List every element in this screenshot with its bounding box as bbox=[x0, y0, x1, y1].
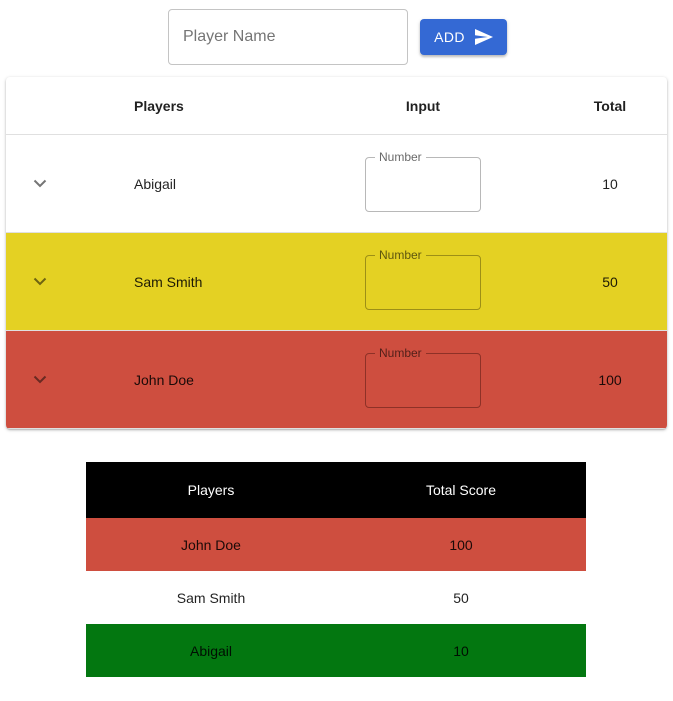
score-value: 50 bbox=[453, 589, 469, 606]
expand-row-button[interactable] bbox=[28, 331, 52, 428]
expand-row-button[interactable] bbox=[28, 233, 52, 330]
score-value: 10 bbox=[453, 642, 469, 659]
header-input: Input bbox=[405, 97, 441, 114]
number-input[interactable] bbox=[366, 256, 480, 309]
add-button-label: ADD bbox=[434, 29, 465, 45]
table-row: John Doe 100 bbox=[86, 518, 586, 571]
expand-row-button[interactable] bbox=[28, 135, 52, 232]
chevron-down-icon bbox=[33, 277, 47, 286]
score-table-header: Players Total Score bbox=[86, 462, 586, 518]
table-row: John Doe Number 100 bbox=[6, 331, 667, 429]
table-row: Sam Smith Number 50 bbox=[6, 233, 667, 331]
players-table-header: Players Input Total bbox=[6, 77, 667, 135]
number-field[interactable]: Number bbox=[365, 345, 481, 408]
player-name: John Doe bbox=[134, 371, 194, 388]
players-table: Players Input Total Abigail Number 10 Sa… bbox=[6, 77, 667, 429]
number-field[interactable]: Number bbox=[365, 149, 481, 212]
score-player-name: Sam Smith bbox=[176, 589, 246, 606]
score-table: Players Total Score John Doe 100 Sam Smi… bbox=[86, 462, 586, 677]
header-total-score: Total Score bbox=[425, 482, 497, 498]
player-name: Sam Smith bbox=[134, 273, 203, 290]
player-total: 10 bbox=[602, 175, 618, 192]
player-total: 50 bbox=[602, 273, 618, 290]
header-players: Players bbox=[187, 482, 235, 498]
number-input[interactable] bbox=[366, 158, 480, 211]
chevron-down-icon bbox=[33, 179, 47, 188]
app-page: ADD Players Input Total Abigail Number bbox=[0, 0, 673, 701]
table-row: Abigail Number 10 bbox=[6, 135, 667, 233]
add-player-bar: ADD bbox=[168, 9, 507, 65]
send-icon bbox=[474, 29, 493, 45]
header-players: Players bbox=[134, 97, 184, 114]
number-field[interactable]: Number bbox=[365, 247, 481, 310]
player-name-input[interactable] bbox=[168, 9, 408, 65]
header-total: Total bbox=[593, 97, 627, 114]
table-row: Sam Smith 50 bbox=[86, 571, 586, 624]
number-input[interactable] bbox=[366, 354, 480, 407]
score-value: 100 bbox=[449, 536, 473, 553]
chevron-down-icon bbox=[33, 375, 47, 384]
score-player-name: Abigail bbox=[189, 642, 233, 659]
player-name: Abigail bbox=[134, 175, 177, 192]
table-row: Abigail 10 bbox=[86, 624, 586, 677]
add-button[interactable]: ADD bbox=[420, 19, 507, 55]
score-player-name: John Doe bbox=[181, 536, 241, 553]
player-total: 100 bbox=[598, 371, 622, 388]
